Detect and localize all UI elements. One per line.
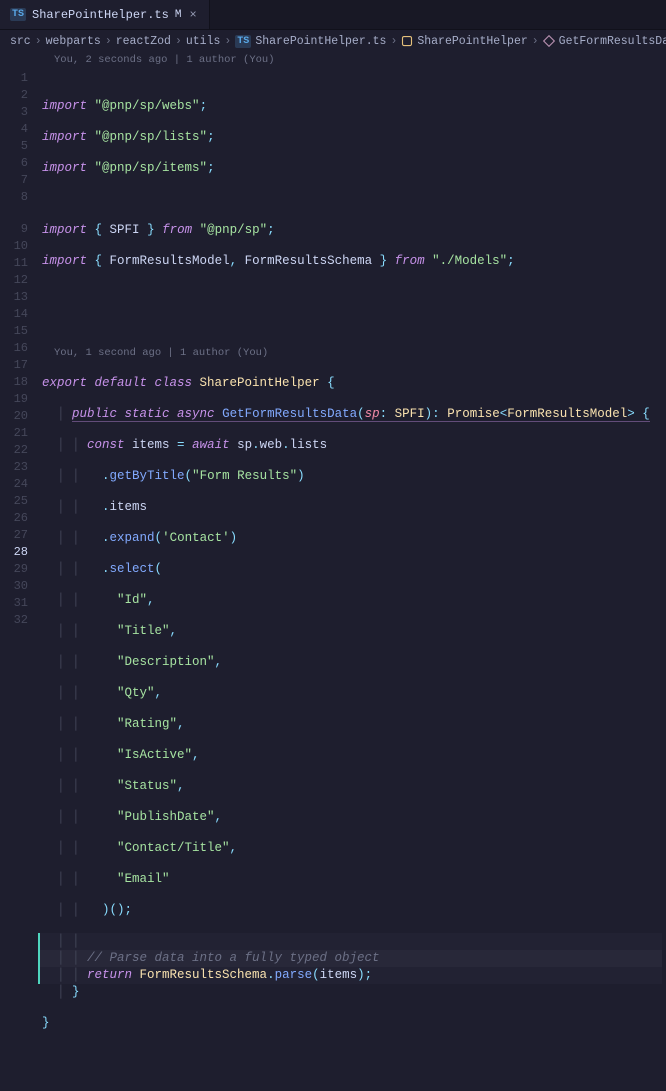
line-number: 5 (0, 138, 28, 155)
line-number: 9 (0, 221, 28, 238)
chevron-right-icon: › (532, 35, 539, 48)
code-line (42, 1046, 666, 1063)
code-line: │ │ return FormResultsSchema.parse(items… (38, 967, 662, 984)
breadcrumb-item[interactable]: reactZod (116, 35, 171, 48)
modified-indicator: M (175, 9, 182, 21)
line-number: 8 (0, 189, 28, 206)
code-line: │ │ "Title", (42, 623, 666, 640)
code-line: import { SPFI } from "@pnp/sp"; (42, 222, 666, 239)
line-number-active: 28 (0, 544, 28, 561)
typescript-icon: TS (235, 35, 251, 48)
code-line: │ │ "Id", (42, 592, 666, 609)
line-number: 13 (0, 289, 28, 306)
method-icon (543, 35, 555, 47)
chevron-right-icon: › (35, 35, 42, 48)
code-line: │ │ .expand('Contact') (42, 530, 666, 547)
line-number: 19 (0, 391, 28, 408)
tab-label: SharePointHelper.ts (32, 8, 169, 22)
line-number: 29 (0, 561, 28, 578)
code-line: } (42, 1015, 666, 1032)
line-number: 15 (0, 323, 28, 340)
code-line: │ │ "Rating", (42, 716, 666, 733)
line-number: 1 (0, 70, 28, 87)
line-number: 18 (0, 374, 28, 391)
code-line-active: │ │ // Parse data into a fully typed obj… (38, 950, 662, 967)
typescript-icon: TS (10, 8, 26, 21)
line-number: 24 (0, 476, 28, 493)
code-line: │ │ "Contact/Title", (42, 840, 666, 857)
breadcrumb-item[interactable]: webparts (46, 35, 101, 48)
code-line: │ │ (38, 933, 662, 950)
line-number: 23 (0, 459, 28, 476)
line-number: 17 (0, 357, 28, 374)
line-number: 10 (0, 238, 28, 255)
chevron-right-icon: › (175, 35, 182, 48)
code-line: export default class SharePointHelper { (42, 375, 666, 392)
code-line: │ │ .getByTitle("Form Results") (42, 468, 666, 485)
line-number: 20 (0, 408, 28, 425)
code-line: import "@pnp/sp/lists"; (42, 129, 666, 146)
line-number: 27 (0, 527, 28, 544)
code-line (42, 315, 666, 332)
chevron-right-icon: › (105, 35, 112, 48)
breadcrumb-item[interactable]: src (10, 35, 31, 48)
code-line: │ │ "Qty", (42, 685, 666, 702)
code-line: │ │ "Description", (42, 654, 666, 671)
line-number: 30 (0, 578, 28, 595)
line-number: 12 (0, 272, 28, 289)
line-number: 3 (0, 104, 28, 121)
tab-sharepointhelper[interactable]: TS SharePointHelper.ts M × (0, 0, 210, 29)
chevron-right-icon: › (224, 35, 231, 48)
line-number: 32 (0, 612, 28, 629)
code-line: │ │ .select( (42, 561, 666, 578)
line-number: 16 (0, 340, 28, 357)
code-line: │ public static async GetFormResultsData… (42, 406, 666, 423)
editor[interactable]: 1 2 3 4 5 6 7 8 9 10 11 12 13 14 15 16 1… (0, 52, 666, 588)
line-number: 21 (0, 425, 28, 442)
class-icon (401, 35, 413, 47)
line-number: 14 (0, 306, 28, 323)
line-number: 26 (0, 510, 28, 527)
line-number: 31 (0, 595, 28, 612)
line-number: 2 (0, 87, 28, 104)
chevron-right-icon: › (390, 35, 397, 48)
breadcrumb-class[interactable]: SharePointHelper (417, 35, 527, 48)
code-line (42, 191, 666, 208)
code-line: │ │ "Email" (42, 871, 666, 888)
line-number: 7 (0, 172, 28, 189)
line-number: 22 (0, 442, 28, 459)
code-line: │ │ .items (42, 499, 666, 516)
line-gutter: 1 2 3 4 5 6 7 8 9 10 11 12 13 14 15 16 1… (0, 52, 42, 588)
code-line: │ │ "PublishDate", (42, 809, 666, 826)
code-line: import { FormResultsModel, FormResultsSc… (42, 253, 666, 270)
code-line: │ │ "Status", (42, 778, 666, 795)
breadcrumb-method[interactable]: GetFormResultsData (559, 35, 666, 48)
line-number: 4 (0, 121, 28, 138)
code-line: │ │ )(); (42, 902, 666, 919)
code-line: import "@pnp/sp/webs"; (42, 98, 666, 115)
breadcrumb-item[interactable]: utils (186, 35, 221, 48)
line-number: 25 (0, 493, 28, 510)
line-number: 11 (0, 255, 28, 272)
close-icon[interactable]: × (187, 8, 198, 22)
code-line (42, 284, 666, 301)
breadcrumb-file[interactable]: SharePointHelper.ts (255, 35, 386, 48)
breadcrumb[interactable]: src › webparts › reactZod › utils › TS S… (0, 30, 666, 52)
code-line: import "@pnp/sp/items"; (42, 160, 666, 177)
codelens-class[interactable]: You, 1 second ago | 1 author (You) (54, 346, 666, 361)
code-line: │ } (42, 984, 666, 1001)
codelens-top[interactable]: You, 2 seconds ago | 1 author (You) (54, 54, 275, 66)
code-area[interactable]: You, 2 seconds ago | 1 author (You) impo… (42, 52, 666, 588)
tab-bar: TS SharePointHelper.ts M × (0, 0, 666, 30)
code-line: │ │ "IsActive", (42, 747, 666, 764)
code-line: │ │ const items = await sp.web.lists (42, 437, 666, 454)
line-number: 6 (0, 155, 28, 172)
